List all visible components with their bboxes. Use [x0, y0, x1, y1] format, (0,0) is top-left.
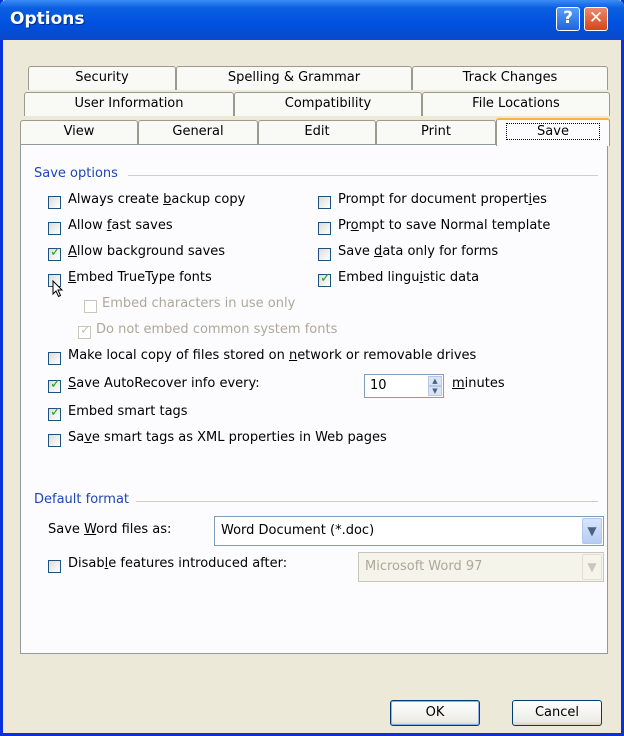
tab-label: File Locations [472, 96, 560, 111]
tab-spelling-grammar[interactable]: Spelling & Grammar [176, 66, 412, 90]
prompt-normal-label[interactable]: Prompt to save Normal template [338, 218, 550, 233]
minutes-label: minutes [452, 376, 505, 391]
title-bar[interactable]: Options ? ✕ [0, 0, 624, 40]
close-icon: ✕ [588, 8, 604, 28]
checkmark-icon: ✓ [80, 323, 91, 338]
tab-label: Spelling & Grammar [227, 70, 361, 85]
save-data-forms-label[interactable]: Save data only for forms [338, 244, 498, 259]
smart-tags-xml-checkbox[interactable] [48, 434, 61, 447]
local-copy-label[interactable]: Make local copy of files stored on netwo… [68, 348, 476, 363]
tab-label: Save [506, 123, 600, 140]
checkmark-icon: ✓ [50, 405, 61, 420]
tab-label: Compatibility [284, 96, 372, 111]
tab-label: Track Changes [462, 70, 558, 85]
tab-label: Edit [304, 124, 330, 139]
smart-tags-label[interactable]: Embed smart tags [68, 404, 188, 419]
tab-track-changes[interactable]: Track Changes [412, 66, 608, 90]
disable-features-checkbox[interactable] [48, 560, 61, 573]
checkmark-icon: ✓ [50, 377, 61, 392]
spin-down-icon[interactable]: ▼ [428, 386, 442, 396]
checkmark-icon: ✓ [50, 245, 61, 260]
tab-general[interactable]: General [138, 120, 258, 144]
smart-tags-xml-label[interactable]: Save smart tags as XML properties in Web… [68, 430, 387, 445]
tab-edit[interactable]: Edit [258, 120, 376, 144]
ok-button[interactable]: OK [390, 700, 480, 726]
background-saves-label[interactable]: Allow background saves [68, 244, 225, 259]
group-divider [136, 501, 598, 502]
prompt-normal-checkbox[interactable] [318, 222, 331, 235]
mouse-pointer-icon [52, 280, 64, 298]
cancel-button[interactable]: Cancel [512, 700, 602, 726]
tab-print[interactable]: Print [376, 120, 496, 144]
chevron-down-icon[interactable]: ▼ [582, 554, 602, 580]
no-common-fonts-label[interactable]: Do not embed common system fonts [96, 322, 337, 337]
tab-label: Security [75, 70, 129, 85]
tab-view[interactable]: View [20, 120, 138, 144]
fast-saves-checkbox[interactable] [48, 222, 61, 235]
local-copy-checkbox[interactable] [48, 352, 61, 365]
autorecover-label[interactable]: Save AutoRecover info every: [68, 376, 260, 391]
save-as-select[interactable]: Word Document (*.doc) ▼ [214, 516, 604, 546]
tab-user-information[interactable]: User Information [24, 92, 234, 116]
no-common-fonts-checkbox[interactable]: ✓ [78, 323, 91, 339]
prompt-properties-checkbox[interactable] [318, 196, 331, 209]
disable-features-select[interactable]: Microsoft Word 97 ▼ [358, 552, 604, 582]
save-data-forms-checkbox[interactable] [318, 248, 331, 261]
disable-features-label[interactable]: Disable features introduced after: [68, 556, 287, 571]
embed-truetype-label[interactable]: Embed TrueType fonts [68, 270, 212, 285]
dialog-title: Options [10, 9, 85, 29]
embed-linguistic-label[interactable]: Embed linguistic data [338, 270, 479, 285]
tab-save[interactable]: Save [496, 118, 610, 146]
close-button[interactable]: ✕ [584, 7, 608, 31]
tab-label: General [172, 124, 224, 139]
disable-features-value: Microsoft Word 97 [365, 559, 483, 574]
autorecover-minutes-spinner[interactable]: 10 ▲ ▼ [364, 374, 444, 398]
save-as-label: Save Word files as: [48, 522, 172, 537]
save-options-heading: Save options [34, 166, 118, 181]
always-backup-checkbox[interactable] [48, 196, 61, 209]
group-divider [128, 175, 598, 176]
embed-chars-checkbox[interactable] [84, 300, 97, 313]
fast-saves-label[interactable]: Allow fast saves [68, 218, 173, 233]
tab-label: Print [421, 124, 451, 139]
embed-chars-label[interactable]: Embed characters in use only [102, 296, 295, 311]
default-format-heading: Default format [34, 492, 130, 507]
chevron-down-icon[interactable]: ▼ [582, 518, 602, 544]
tab-label: View [63, 124, 95, 139]
checkmark-icon: ✓ [320, 271, 331, 286]
tab-compatibility[interactable]: Compatibility [234, 92, 422, 116]
tab-label: User Information [74, 96, 184, 111]
prompt-properties-label[interactable]: Prompt for document properties [338, 192, 547, 207]
tab-file-locations[interactable]: File Locations [422, 92, 610, 116]
background-saves-checkbox[interactable]: ✓ [48, 245, 61, 261]
autorecover-checkbox[interactable]: ✓ [48, 377, 61, 393]
tab-security[interactable]: Security [28, 66, 176, 90]
spin-up-icon[interactable]: ▲ [428, 376, 442, 386]
embed-linguistic-checkbox[interactable]: ✓ [318, 271, 331, 287]
autorecover-minutes-value[interactable]: 10 [370, 378, 387, 393]
smart-tags-checkbox[interactable]: ✓ [48, 405, 61, 421]
always-backup-label[interactable]: Always create backup copy [68, 192, 245, 207]
save-as-value: Word Document (*.doc) [221, 523, 375, 538]
question-icon: ? [563, 8, 573, 28]
help-button[interactable]: ? [556, 7, 580, 31]
